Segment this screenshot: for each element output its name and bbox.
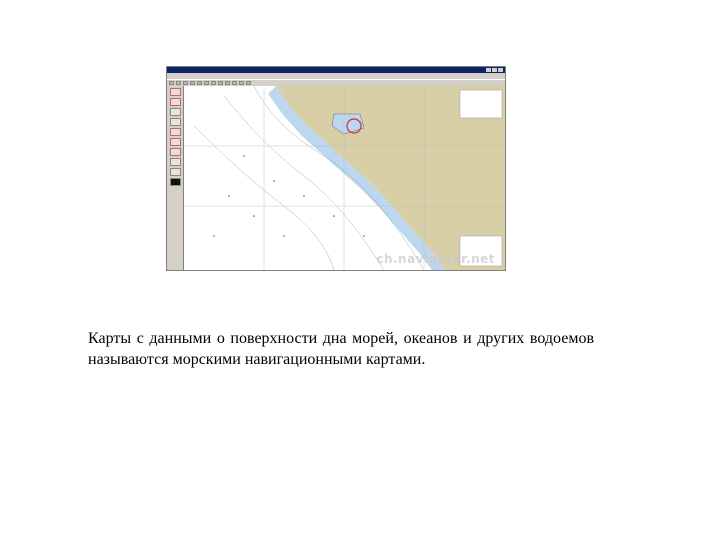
sidebar-tool-button[interactable]	[170, 168, 181, 176]
nautical-chart-view[interactable]: ch.navigator.net	[184, 86, 505, 270]
toolbar-measure-button[interactable]	[211, 81, 216, 85]
sidebar-tool-button[interactable]	[170, 158, 181, 166]
maximize-button[interactable]	[492, 68, 497, 72]
caption-paragraph: Карты с данными о поверхности дна морей,…	[88, 330, 594, 368]
navigation-app-window: ch.navigator.net	[166, 66, 506, 271]
watermark-text: ch.navigator.net	[376, 252, 495, 266]
sidebar-tool-button[interactable]	[170, 98, 181, 106]
sidebar-color-swatch[interactable]	[170, 178, 181, 186]
toolbar-open-button[interactable]	[169, 81, 174, 85]
toolbar-save-button[interactable]	[176, 81, 181, 85]
toolbar-zoom-in-button[interactable]	[190, 81, 195, 85]
toolbar-route-button[interactable]	[218, 81, 223, 85]
tool-sidebar	[167, 86, 184, 270]
close-button[interactable]	[498, 68, 503, 72]
sidebar-tool-button[interactable]	[170, 148, 181, 156]
sidebar-tool-button[interactable]	[170, 108, 181, 116]
sidebar-tool-button[interactable]	[170, 118, 181, 126]
sidebar-tool-button[interactable]	[170, 88, 181, 96]
toolbar-zoom-out-button[interactable]	[197, 81, 202, 85]
toolbar-pan-button[interactable]	[204, 81, 209, 85]
sidebar-tool-button[interactable]	[170, 128, 181, 136]
toolbar-settings-button[interactable]	[239, 81, 244, 85]
toolbar-info-button[interactable]	[232, 81, 237, 85]
sidebar-tool-button[interactable]	[170, 138, 181, 146]
toolbar-layers-button[interactable]	[225, 81, 230, 85]
nautical-chart-svg[interactable]	[184, 86, 505, 270]
toolbar-print-button[interactable]	[183, 81, 188, 85]
toolbar-help-button[interactable]	[246, 81, 251, 85]
minimize-button[interactable]	[486, 68, 491, 72]
